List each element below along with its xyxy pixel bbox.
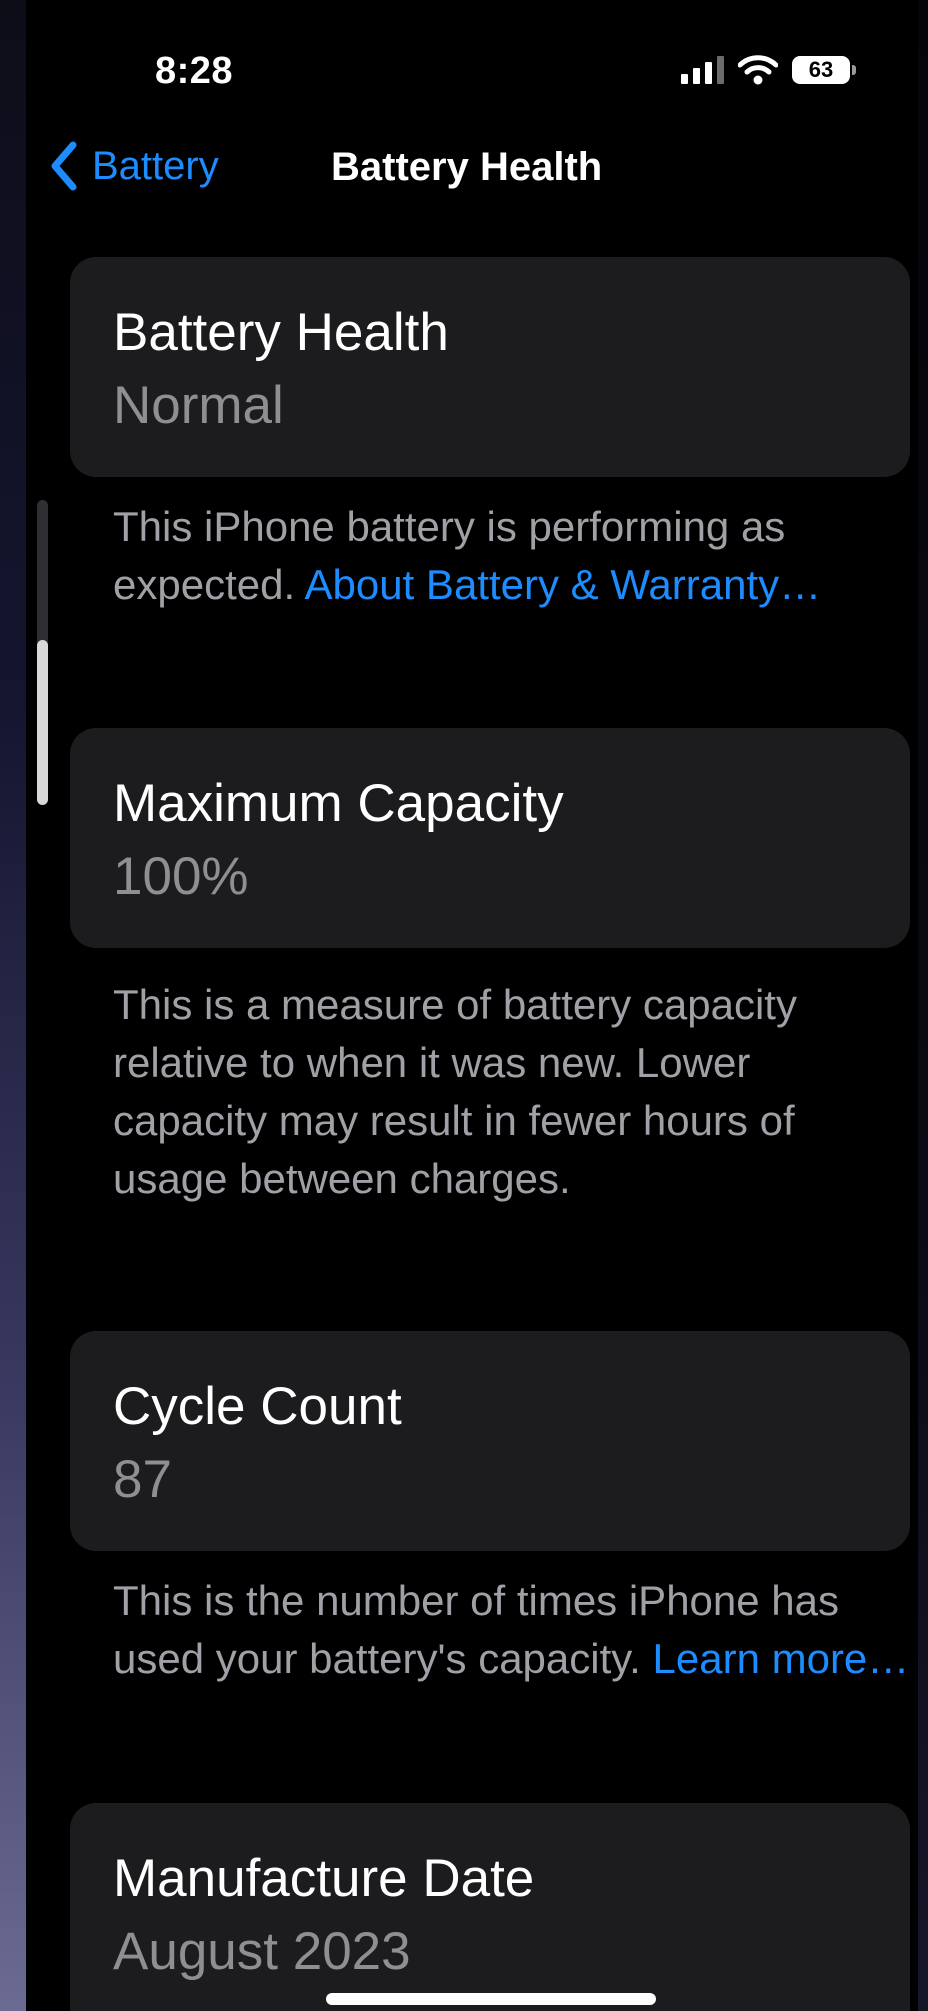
status-icons: 63 [681, 48, 856, 92]
scrollbar-thumb[interactable] [37, 640, 48, 805]
chevron-left-icon [51, 141, 77, 191]
backdrop [0, 0, 26, 2011]
wifi-icon [738, 55, 778, 85]
manufacture-date-card: Manufacture Date August 2023 [70, 1803, 910, 2011]
device-edge [918, 0, 928, 2011]
phone-screen: 8:28 63 Battery Battery Health Battery H… [26, 0, 918, 2011]
maximum-capacity-title: Maximum Capacity [113, 774, 564, 833]
battery-percent: 63 [808, 57, 834, 82]
manufacture-date-title: Manufacture Date [113, 1849, 535, 1908]
manufacture-date-value: August 2023 [113, 1922, 411, 1981]
home-indicator[interactable] [326, 1993, 656, 2005]
cycle-count-value: 87 [113, 1450, 172, 1509]
status-time: 8:28 [155, 50, 234, 92]
cycle-count-card: Cycle Count 87 [70, 1331, 910, 1551]
maximum-capacity-note: This is a measure of battery capacity re… [113, 981, 797, 1202]
cycle-count-title: Cycle Count [113, 1377, 402, 1436]
maximum-capacity-value: 100% [113, 847, 249, 906]
battery-health-value: Normal [113, 376, 284, 435]
battery-health-title: Battery Health [113, 303, 449, 362]
page-title: Battery Health [331, 145, 603, 189]
about-battery-warranty-link[interactable]: About Battery & Warranty… [305, 561, 822, 608]
back-button[interactable]: Battery [50, 141, 219, 191]
cellular-signal-icon [681, 56, 724, 84]
learn-more-link[interactable]: Learn more… [653, 1635, 910, 1682]
scrollbar[interactable] [37, 500, 48, 805]
battery-health-note: This iPhone battery is performing as exp… [113, 498, 913, 614]
maximum-capacity-card: Maximum Capacity 100% [70, 728, 910, 948]
cycle-count-note: This is the number of times iPhone has u… [113, 1572, 913, 1688]
battery-icon: 63 [792, 56, 856, 84]
navigation-bar: Battery Battery Health [26, 135, 918, 205]
back-button-label: Battery [92, 143, 219, 188]
battery-health-card: Battery Health Normal [70, 257, 910, 477]
